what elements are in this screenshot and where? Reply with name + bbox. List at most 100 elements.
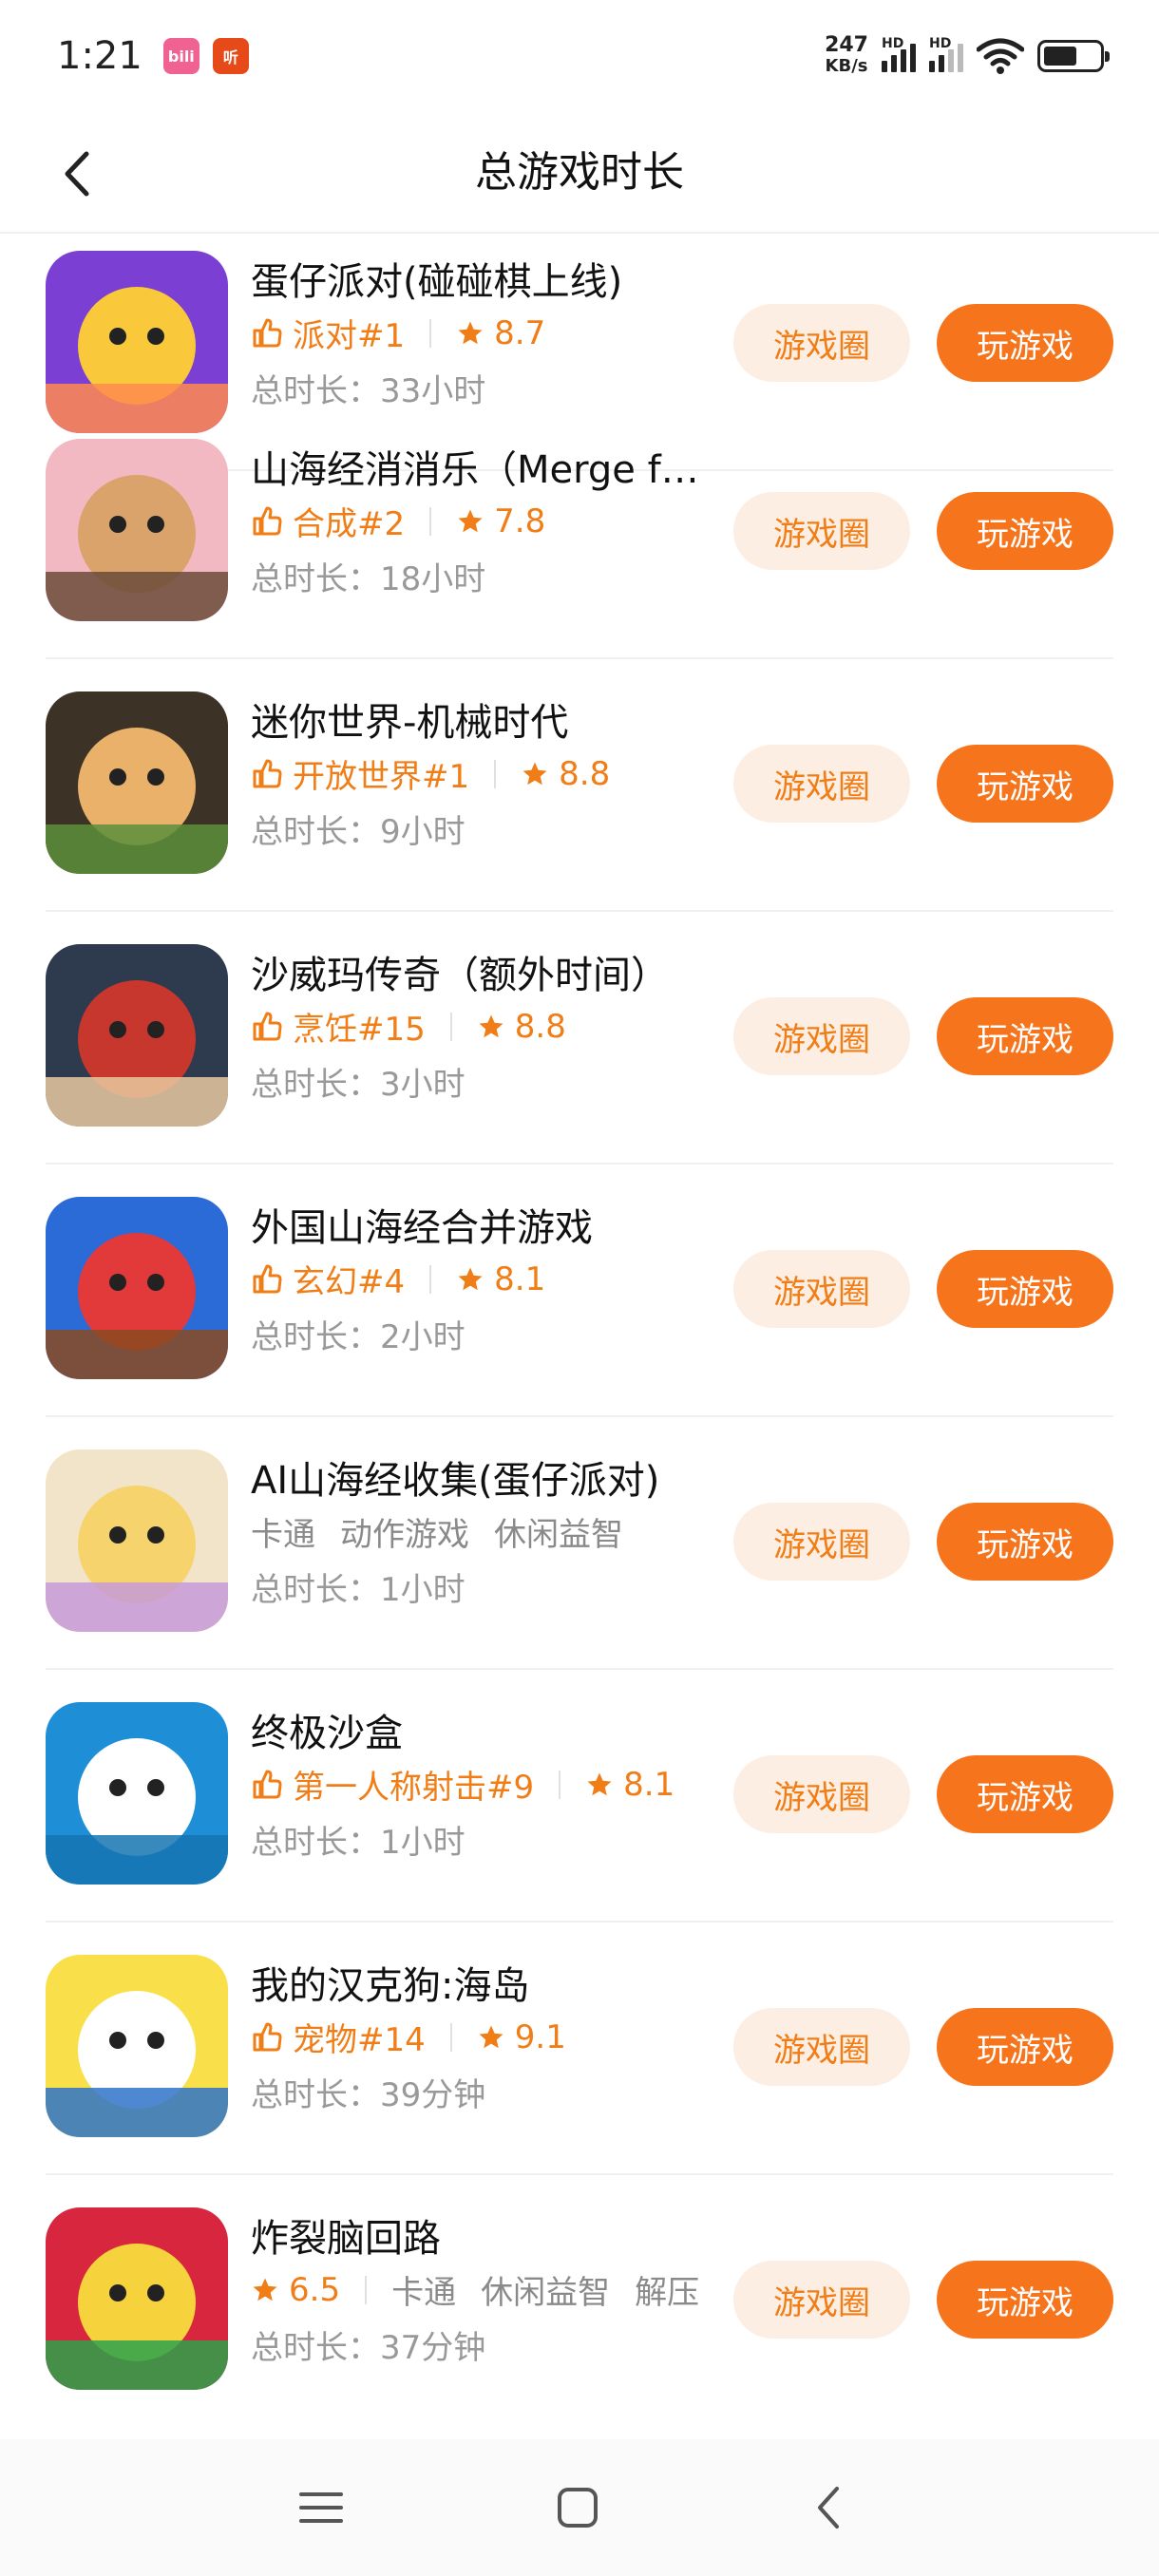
game-circle-button[interactable]: 游戏圈 bbox=[733, 745, 910, 823]
separator bbox=[429, 1264, 432, 1294]
rating: 9.1 bbox=[477, 2018, 566, 2056]
play-duration: 总时长：3小时 bbox=[251, 1066, 466, 1104]
play-duration: 总时长：2小时 bbox=[251, 1318, 466, 1356]
game-name[interactable]: 迷你世界-机械时代 bbox=[251, 691, 568, 747]
play-game-button[interactable]: 玩游戏 bbox=[937, 1503, 1113, 1581]
eggy-ai-icon[interactable] bbox=[46, 1449, 228, 1632]
game-circle-button[interactable]: 游戏圈 bbox=[733, 1503, 910, 1581]
game-row[interactable]: AI山海经收集(蛋仔派对) 卡通 动作游戏 休闲益智 总时长：1小时 游戏圈 玩游戏 bbox=[0, 1381, 1159, 1670]
game-row[interactable]: 我的汉克狗:海岛宠物#14 9.1 总时长：39分钟 游戏圈 玩游戏 bbox=[0, 1886, 1159, 2175]
game-name[interactable]: 外国山海经合并游戏 bbox=[251, 1197, 593, 1252]
rating: 8.7 bbox=[456, 314, 545, 352]
separator bbox=[559, 1770, 561, 1799]
game-name[interactable]: 沙威玛传奇（额外时间） bbox=[251, 944, 669, 999]
sandbox-icon[interactable] bbox=[46, 1702, 228, 1885]
shark-merge-icon[interactable] bbox=[46, 1197, 228, 1379]
rating: 8.8 bbox=[477, 1008, 566, 1046]
rank-label: 合成#2 bbox=[293, 505, 406, 543]
game-row[interactable]: 终极沙盒第一人称射击#9 8.1 总时长：1小时 游戏圈 玩游戏 bbox=[0, 1634, 1159, 1923]
star-icon bbox=[585, 1771, 623, 1799]
nav-back-icon[interactable] bbox=[798, 2477, 859, 2538]
genre-tag: 休闲益智 bbox=[481, 2274, 611, 2312]
game-name[interactable]: 山海经消消乐（Merge f… bbox=[251, 439, 699, 494]
game-circle-button[interactable]: 游戏圈 bbox=[733, 1755, 910, 1833]
merge-pig-icon[interactable] bbox=[46, 439, 228, 621]
game-meta: 卡通 动作游戏 休闲益智 bbox=[251, 1508, 648, 1555]
play-game-button[interactable]: 玩游戏 bbox=[937, 2261, 1113, 2339]
game-name[interactable]: AI山海经收集(蛋仔派对) bbox=[251, 1449, 659, 1505]
play-duration: 总时长：18小时 bbox=[251, 560, 486, 598]
mini-world-icon[interactable] bbox=[46, 691, 228, 874]
brain-circuit-icon[interactable] bbox=[46, 2207, 228, 2390]
rank-badge[interactable]: 开放世界#1 bbox=[251, 750, 469, 797]
rating-value: 6.5 bbox=[289, 2270, 341, 2309]
thumb-icon bbox=[251, 2021, 293, 2054]
game-circle-button[interactable]: 游戏圈 bbox=[733, 2261, 910, 2339]
star-icon bbox=[477, 1013, 515, 1041]
game-row[interactable]: 沙威玛传奇（额外时间） 烹饪#15 8.8 总时长：3小时 游戏圈 玩游戏 bbox=[0, 876, 1159, 1165]
rating: 8.1 bbox=[585, 1766, 674, 1804]
play-duration: 总时长：39分钟 bbox=[251, 2076, 486, 2114]
game-meta: 合成#2 7.8 bbox=[251, 498, 545, 544]
header: 总游戏时长 bbox=[0, 112, 1159, 234]
game-circle-button[interactable]: 游戏圈 bbox=[733, 997, 910, 1075]
game-circle-button[interactable]: 游戏圈 bbox=[733, 1250, 910, 1328]
ting-notification-icon: 听 bbox=[212, 38, 249, 74]
rank-badge[interactable]: 派对#1 bbox=[251, 310, 405, 356]
rating-value: 9.1 bbox=[514, 2017, 566, 2056]
rank-label: 烹饪#15 bbox=[293, 1011, 426, 1049]
rank-badge[interactable]: 玄幻#4 bbox=[251, 1256, 405, 1302]
game-name[interactable]: 终极沙盒 bbox=[251, 1702, 403, 1757]
thumb-icon bbox=[251, 758, 293, 790]
separator bbox=[449, 1012, 452, 1041]
rank-badge[interactable]: 合成#2 bbox=[251, 498, 405, 544]
separator bbox=[449, 2022, 452, 2052]
play-game-button[interactable]: 玩游戏 bbox=[937, 2008, 1113, 2086]
rating: 8.8 bbox=[521, 755, 610, 793]
star-icon bbox=[456, 1265, 494, 1294]
rank-badge[interactable]: 宠物#14 bbox=[251, 2014, 426, 2060]
genre-tag: 卡通 bbox=[251, 1516, 315, 1554]
bilibili-notification-icon: bili bbox=[162, 38, 200, 74]
play-game-button[interactable]: 玩游戏 bbox=[937, 997, 1113, 1075]
rank-label: 派对#1 bbox=[293, 317, 406, 355]
thumb-icon bbox=[251, 1011, 293, 1043]
thumb-icon bbox=[251, 1263, 293, 1296]
game-row[interactable]: 外国山海经合并游戏 玄幻#4 8.1 总时长：2小时 游戏圈 玩游戏 bbox=[0, 1128, 1159, 1417]
home-icon[interactable] bbox=[547, 2477, 608, 2538]
shawarma-icon[interactable] bbox=[46, 944, 228, 1127]
rank-label: 宠物#14 bbox=[293, 2021, 426, 2059]
signal-2-icon: HD bbox=[929, 36, 963, 72]
game-name[interactable]: 我的汉克狗:海岛 bbox=[251, 1955, 529, 2010]
wifi-icon bbox=[977, 38, 1024, 74]
star-icon bbox=[456, 319, 494, 348]
play-game-button[interactable]: 玩游戏 bbox=[937, 745, 1113, 823]
signal-1-icon: HD bbox=[882, 36, 916, 72]
game-list[interactable]: 蛋仔派对(碰碰棋上线) 派对#1 8.7 总时长：33小时 游戏圈 玩游戏 山海经消消乐（M… bbox=[0, 236, 1159, 2439]
rank-label: 第一人称射击#9 bbox=[293, 1769, 535, 1807]
separator bbox=[429, 506, 432, 536]
game-name[interactable]: 蛋仔派对(碰碰棋上线) bbox=[251, 251, 622, 306]
game-meta: 第一人称射击#9 8.1 bbox=[251, 1761, 674, 1808]
game-row[interactable]: 迷你世界-机械时代 开放世界#1 8.8 总时长：9小时 游戏圈 玩游戏 bbox=[0, 623, 1159, 912]
navigation-bar bbox=[0, 2439, 1159, 2576]
game-circle-button[interactable]: 游戏圈 bbox=[733, 492, 910, 570]
hank-dog-icon[interactable] bbox=[46, 1955, 228, 2137]
rank-badge[interactable]: 第一人称射击#9 bbox=[251, 1761, 534, 1808]
game-circle-button[interactable]: 游戏圈 bbox=[733, 2008, 910, 2086]
game-row[interactable]: 山海经消消乐（Merge f… 合成#2 7.8 总时长：18小时 游戏圈 玩游戏 bbox=[0, 370, 1159, 659]
rank-label: 玄幻#4 bbox=[293, 1263, 406, 1301]
status-time: 1:21 bbox=[57, 34, 142, 78]
game-meta: 6.5 卡通 休闲益智 解压 bbox=[251, 2266, 724, 2313]
play-duration: 总时长：1小时 bbox=[251, 1824, 466, 1862]
game-name[interactable]: 炸裂脑回路 bbox=[251, 2207, 441, 2263]
play-game-button[interactable]: 玩游戏 bbox=[937, 492, 1113, 570]
rating-value: 8.8 bbox=[514, 1007, 566, 1046]
play-game-button[interactable]: 玩游戏 bbox=[937, 1755, 1113, 1833]
menu-icon[interactable] bbox=[291, 2477, 352, 2538]
rank-badge[interactable]: 烹饪#15 bbox=[251, 1003, 426, 1050]
play-game-button[interactable]: 玩游戏 bbox=[937, 1250, 1113, 1328]
game-row[interactable]: 炸裂脑回路 6.5 卡通 休闲益智 解压 总时长：37分钟 游戏圈 玩游戏 bbox=[0, 2139, 1159, 2392]
battery-icon bbox=[1037, 40, 1110, 72]
separator bbox=[365, 2275, 368, 2304]
